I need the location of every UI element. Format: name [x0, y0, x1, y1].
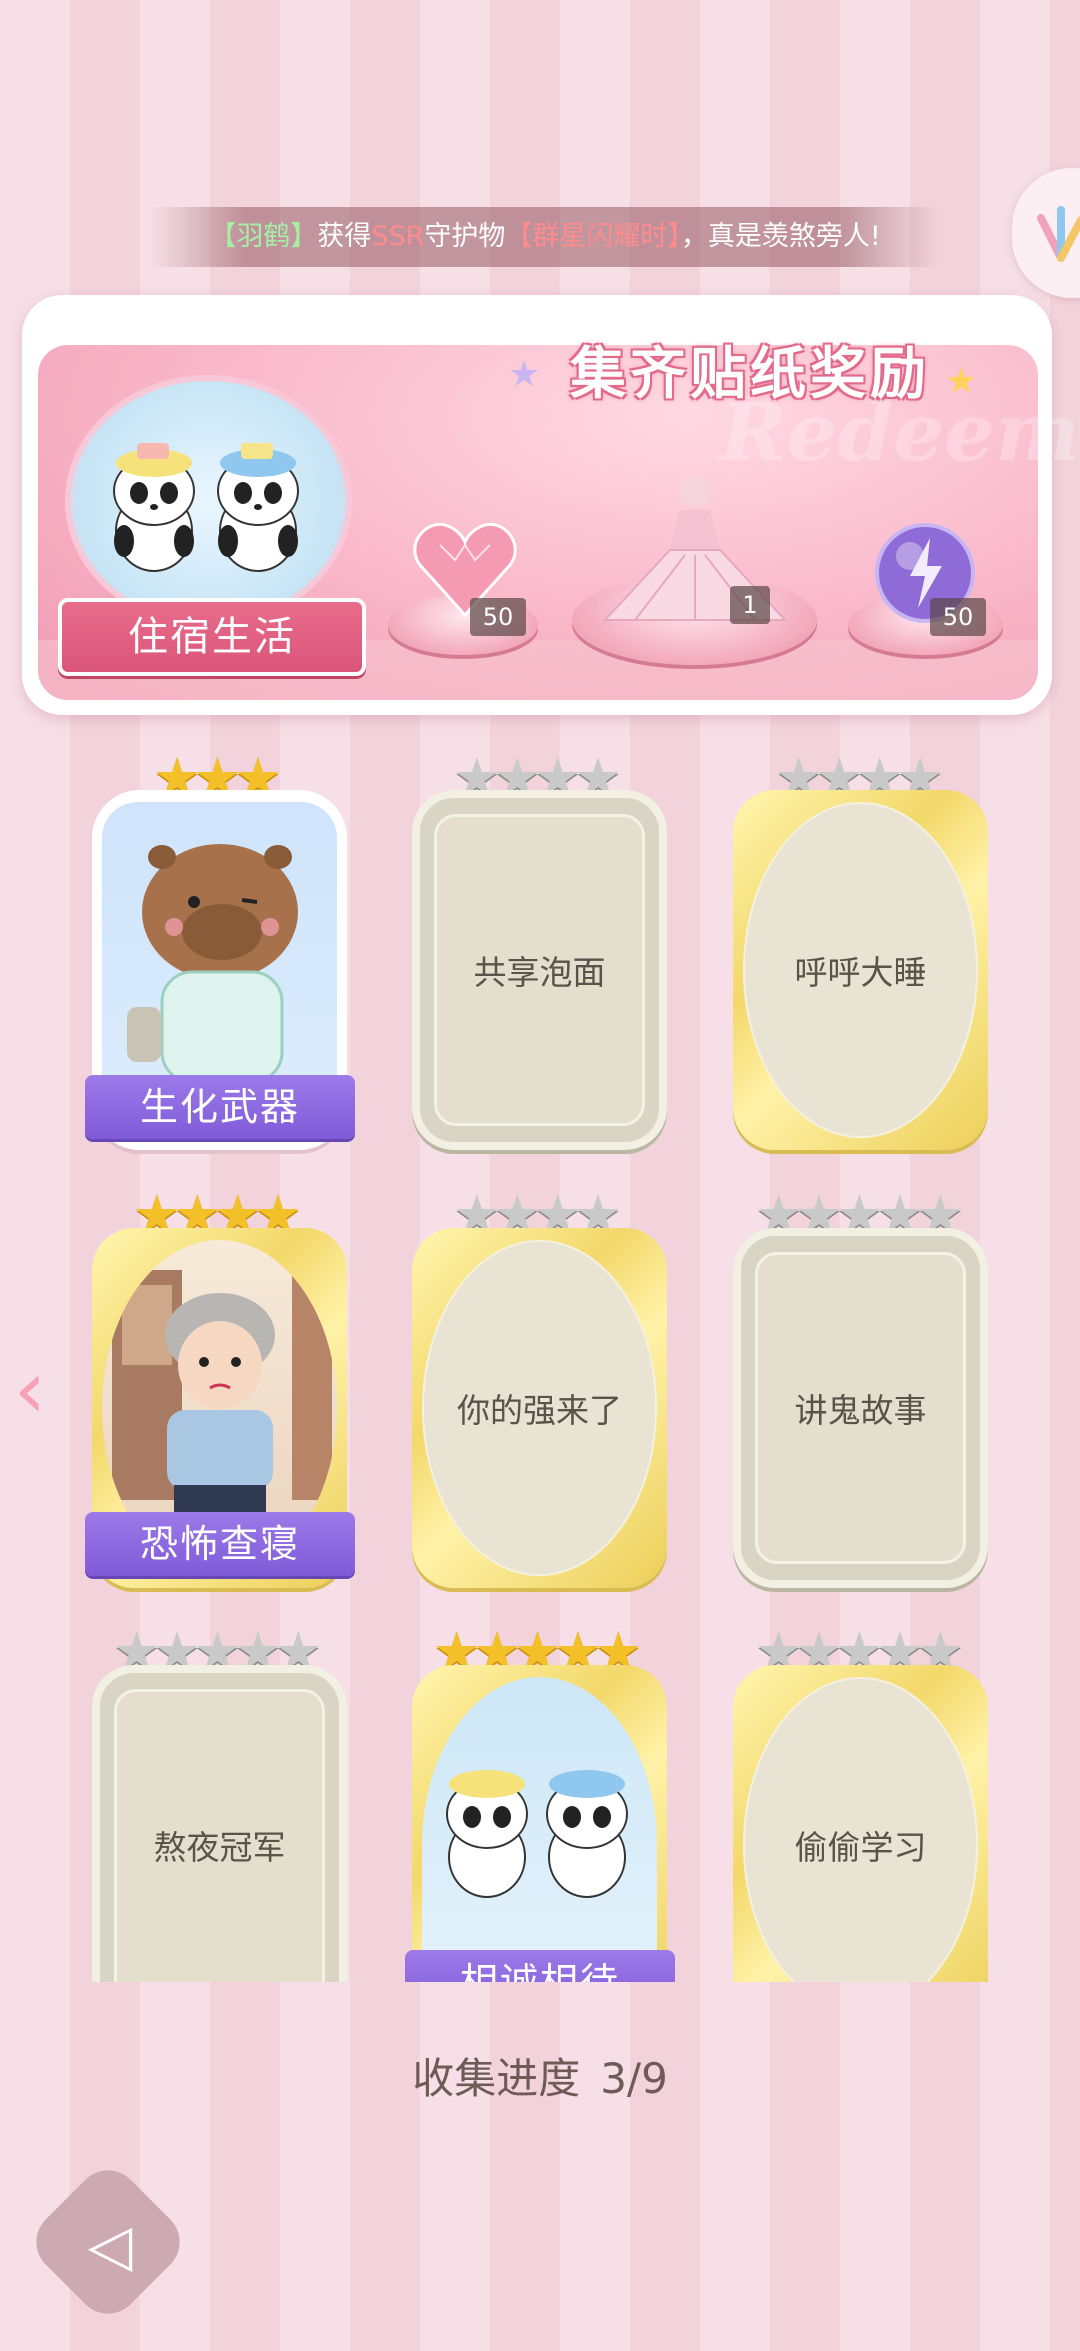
sticker-card-2[interactable]: 共享泡面 [412, 790, 667, 1150]
card-3-label: 呼呼大睡 [794, 953, 927, 992]
theme-image [65, 375, 352, 627]
announcement-rarity: SSR [371, 221, 425, 252]
reward-count-2: 1 [730, 586, 770, 624]
reward-count-1: 50 [470, 598, 526, 636]
card-2-label: 共享泡面 [473, 953, 606, 992]
card-7-label: 熬夜冠军 [153, 1828, 286, 1867]
progress-label: 收集进度 [412, 2054, 581, 2103]
announcement-text1: 获得 [317, 221, 372, 252]
reward-count-3: 50 [930, 598, 986, 636]
theme-name-ribbon: 住宿生活 [58, 598, 366, 676]
reward-title: 集齐贴纸奖励 [570, 342, 930, 407]
announcement-bracket-close: 】 [290, 221, 318, 252]
corner-menu-button[interactable] [1012, 168, 1080, 298]
back-arrow-icon[interactable]: ◁ [60, 2200, 160, 2290]
card-8-name-ribbon: 相诚相待 [405, 1950, 675, 1982]
announcement-player: 羽鹤 [236, 221, 291, 252]
capybara-pajamas-icon [127, 844, 298, 1084]
card-4-name-ribbon: 恐怖查寝 [85, 1512, 355, 1576]
card-6-label: 讲鬼故事 [794, 1391, 927, 1430]
card-9-label: 偷偷学习 [794, 1828, 927, 1867]
announcement-text2: 守护物 [424, 221, 506, 252]
sparkle-right-icon: ★ [945, 361, 978, 402]
previous-page-arrow-icon[interactable]: ‹ [14, 1350, 46, 1430]
sticker-card-5[interactable]: 你的强来了 [412, 1228, 667, 1588]
sparkle-left-icon: ★ [508, 354, 541, 395]
progress-value: 3/9 [600, 2054, 668, 2103]
card-5-label: 你的强来了 [457, 1391, 622, 1430]
announcement-text3: ，真是羡煞旁人! [680, 221, 881, 252]
fan-icon [1037, 206, 1080, 262]
sticker-card-8[interactable] [412, 1665, 667, 1982]
sticker-card-3[interactable]: 呼呼大睡 [733, 790, 988, 1150]
announcement-bracket-open: 【 [209, 221, 237, 252]
sticker-card-9[interactable]: 偷偷学习 [733, 1665, 988, 1982]
sticker-grid: ★ ★ ★ 生化武器 ★ ★ ★ ★ 共享泡面 ★ ★ ★ ★ 呼呼大睡 ★ ★… [0, 730, 1080, 1982]
sticker-card-6[interactable]: 讲鬼故事 [733, 1228, 988, 1588]
card-8-art [422, 1677, 657, 1982]
announcement-item: 【群星闪耀时】 [505, 221, 681, 252]
two-pandas-bath-icon [446, 1770, 628, 1898]
sticker-card-7[interactable]: 熬夜冠军 [92, 1665, 347, 1982]
announcement-marquee: 【羽鹤】获得SSR守护物【群星闪耀时】，真是羡煞旁人! [150, 207, 940, 267]
card-1-name-ribbon: 生化武器 [85, 1075, 355, 1139]
two-pandas-bath-icon [113, 443, 299, 572]
collection-progress: 收集进度 3/9 [0, 2045, 1080, 2106]
